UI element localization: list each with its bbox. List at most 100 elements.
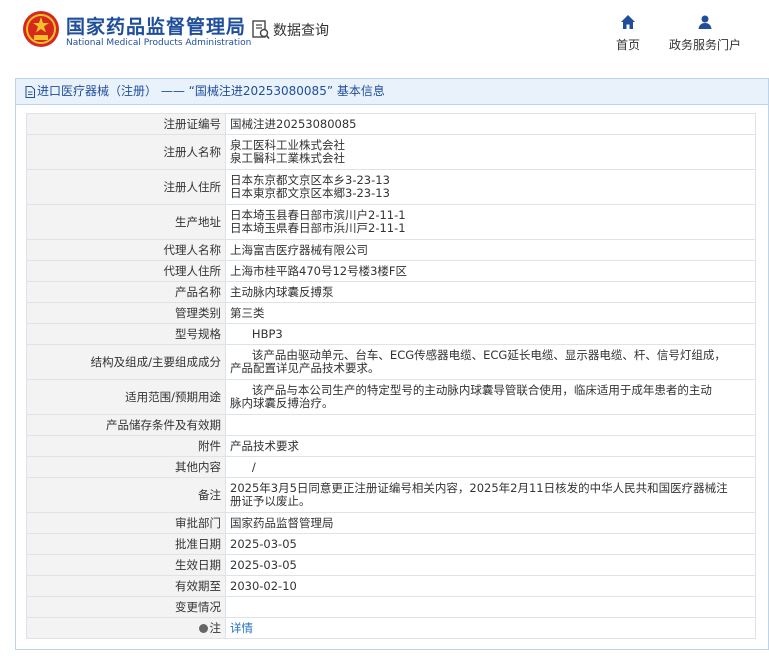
row-label: 审批部门 (26, 512, 226, 534)
table-row: 审批部门 国家药品监督管理局 (26, 512, 756, 534)
row-value-line: 2025-03-05 (230, 536, 297, 551)
national-emblem-icon (23, 11, 59, 47)
row-label: 注册证编号 (26, 113, 226, 135)
row-label: 生效日期 (26, 554, 226, 576)
detail-panel: 进口医疗器械（注册） —— “国械注进20253080085” 基本信息 注册证… (15, 78, 769, 650)
row-label: 注册人住所 (26, 169, 226, 205)
row-label: 有效期至 (26, 575, 226, 597)
panel-title: 进口医疗器械（注册） —— “国械注进20253080085” 基本信息 (37, 84, 385, 98)
info-table: 注册证编号 国械注进20253080085 注册人名称 泉工医科工业株式会社 泉工醫科工… (26, 113, 756, 639)
table-row: 其他内容 / (26, 456, 756, 478)
row-value-line: 日本埼玉県春日部市浜川戸2-11-1 (230, 221, 406, 235)
page-title: 数据查询 (273, 23, 329, 39)
row-value: 产品技术要求 (225, 435, 756, 457)
row-value: 泉工医科工业株式会社 泉工醫科工業株式会社 (225, 134, 756, 170)
row-value (225, 596, 756, 618)
table-row: 变更情况 (26, 596, 756, 618)
panel-header: 进口医疗器械（注册） —— “国械注进20253080085” 基本信息 (16, 79, 768, 105)
row-value-line: HBP3 (230, 326, 283, 341)
row-label: 产品名称 (26, 281, 226, 303)
row-label: 注册人名称 (26, 134, 226, 170)
row-value-line: 产品配置详见产品技术要求。 (230, 361, 380, 375)
site-header: 国家药品监督管理局 National Medical Products Admi… (0, 0, 769, 70)
row-label: 产品储存条件及有效期 (26, 414, 226, 436)
row-value-line: 主动脉内球囊反搏泵 (230, 284, 334, 299)
details-link[interactable]: 详情 (230, 621, 253, 635)
row-value: 该产品与本公司生产的特定型号的主动脉内球囊导管联合使用，临床适用于成年患者的主动… (225, 379, 756, 415)
row-value: 上海市桂平路470号12号楼3楼F区 (225, 260, 756, 282)
row-label: 附件 (26, 435, 226, 457)
table-row: 生产地址 日本埼玉县春日部市滨川户2-11-1 日本埼玉県春日部市浜川戸2-11-1 (26, 204, 756, 240)
table-row: 结构及组成/主要组成成分 该产品由驱动单元、台车、ECG传感器电缆、ECG延长电… (26, 344, 756, 380)
note-row: 注详情 (26, 617, 756, 639)
row-label: 变更情况 (26, 596, 226, 618)
row-label: 批准日期 (26, 533, 226, 555)
row-value: 国家药品监督管理局 (225, 512, 756, 534)
site-logo-subtitle: National Medical Products Administration (66, 38, 252, 48)
table-row: 产品储存条件及有效期 (26, 414, 756, 436)
table-row: 注册人住所 日本东京都文京区本乡3-23-13 日本東京都文京区本郷3-23-13 (26, 169, 756, 205)
site-logo-title[interactable]: 国家药品监督管理局 (66, 12, 246, 39)
row-label: 结构及组成/主要组成成分 (26, 344, 226, 380)
table-row: 生效日期 2025-03-05 (26, 554, 756, 576)
row-value: / (225, 456, 756, 478)
table-row: 附件 产品技术要求 (26, 435, 756, 457)
row-value-line (230, 419, 751, 432)
row-value-line: 日本東京都文京区本郷3-23-13 (230, 186, 390, 200)
note-label: 注 (209, 620, 222, 635)
row-value: 上海富吉医疗器械有限公司 (225, 239, 756, 261)
row-value-line: 2025-03-05 (230, 557, 297, 572)
row-value-line: 册证予以废止。 (230, 494, 311, 508)
row-label: 其他内容 (26, 456, 226, 478)
row-value: 2030-02-10 (225, 575, 756, 597)
table-row: 备注 2025年3月5日同意更正注册证编号相关内容，2025年2月11日核发的中华… (26, 477, 756, 513)
table-row: 批准日期 2025-03-05 (26, 533, 756, 555)
row-value-line: 产品技术要求 (230, 438, 299, 453)
row-value: 该产品由驱动单元、台车、ECG传感器电缆、ECG延长电缆、显示器电缆、杆、信号灯… (225, 344, 756, 380)
row-value: 2025年3月5日同意更正注册证编号相关内容，2025年2月11日核发的中华人民… (225, 477, 756, 513)
home-icon (621, 15, 635, 29)
document-icon (25, 85, 35, 98)
row-label: 备注 (26, 477, 226, 513)
table-row: 代理人住所 上海市桂平路470号12号楼3楼F区 (26, 260, 756, 282)
data-query-icon (252, 20, 270, 40)
user-icon (698, 15, 712, 29)
table-row: 有效期至 2030-02-10 (26, 575, 756, 597)
row-value: 日本东京都文京区本乡3-23-13 日本東京都文京区本郷3-23-13 (225, 169, 756, 205)
row-label: 代理人名称 (26, 239, 226, 261)
row-value-line: 泉工醫科工業株式会社 (230, 151, 345, 165)
row-label: 适用范围/预期用途 (26, 379, 226, 415)
note-icon (198, 623, 208, 633)
row-value-line: 国械注进20253080085 (230, 116, 357, 131)
row-value: 2025-03-05 (225, 554, 756, 576)
table-row: 产品名称 主动脉内球囊反搏泵 (26, 281, 756, 303)
row-label: 管理类别 (26, 302, 226, 324)
row-value (225, 414, 756, 436)
table-row: 注册人名称 泉工医科工业株式会社 泉工醫科工業株式会社 (26, 134, 756, 170)
nav-home-label: 首页 (615, 38, 640, 52)
nav-home-link[interactable]: 首页 (610, 14, 646, 53)
nav-gov-service-link[interactable]: 政务服务门户 (664, 14, 746, 53)
row-value-line: / (230, 459, 256, 474)
row-value: HBP3 (225, 323, 756, 345)
table-row: 代理人名称 上海富吉医疗器械有限公司 (26, 239, 756, 261)
table-row: 型号规格 HBP3 (26, 323, 756, 345)
note-value-cell: 详情 (225, 617, 756, 639)
row-value-line: 第三类 (230, 305, 265, 320)
row-label: 型号规格 (26, 323, 226, 345)
row-value-line (230, 601, 751, 614)
table-row: 注册证编号 国械注进20253080085 (26, 113, 756, 135)
row-label: 代理人住所 (26, 260, 226, 282)
row-value: 日本埼玉县春日部市滨川户2-11-1 日本埼玉県春日部市浜川戸2-11-1 (225, 204, 756, 240)
row-value: 2025-03-05 (225, 533, 756, 555)
table-row: 适用范围/预期用途 该产品与本公司生产的特定型号的主动脉内球囊导管联合使用，临床… (26, 379, 756, 415)
row-value-line: 脉内球囊反搏治疗。 (230, 396, 334, 410)
row-value: 第三类 (225, 302, 756, 324)
row-value-line: 国家药品监督管理局 (230, 515, 334, 530)
nav-gov-service-label: 政务服务门户 (668, 38, 741, 52)
row-value-line: 2030-02-10 (230, 578, 297, 593)
row-label: 生产地址 (26, 204, 226, 240)
note-label-cell: 注 (26, 617, 226, 639)
row-value-line: 上海市桂平路470号12号楼3楼F区 (230, 263, 408, 278)
row-value: 主动脉内球囊反搏泵 (225, 281, 756, 303)
